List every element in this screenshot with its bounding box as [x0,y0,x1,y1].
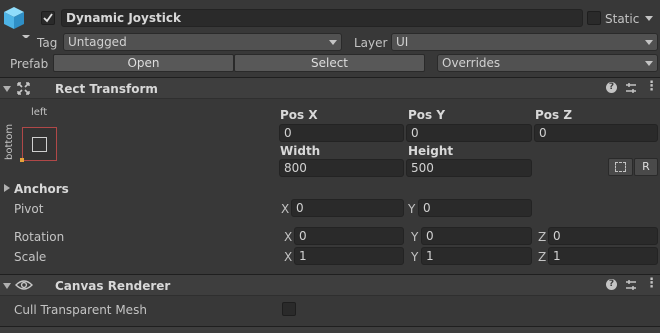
pos-x-input[interactable]: 0 [279,124,404,142]
static-dropdown-caret[interactable] [645,16,653,21]
anchor-horizontal-label: left [31,107,48,118]
scale-z-input[interactable]: 1 [548,247,658,265]
rotation-y-axis-label: Y [411,230,419,244]
prefab-open-button[interactable]: Open [53,54,234,72]
next-component-header [0,327,660,333]
scale-x-axis-label: X [284,250,293,264]
rect-transform-icon [17,82,30,95]
pos-x-label: Pos X [280,108,318,122]
tag-label: Tag [37,36,58,50]
blueprint-mode-button[interactable] [608,158,633,176]
prefab-overrides-dropdown[interactable]: Overrides [437,54,658,72]
checkmark-icon [43,13,53,23]
eye-icon [15,280,33,290]
pivot-x-input[interactable]: 0 [291,199,404,217]
help-icon[interactable]: ? [606,82,617,93]
anchor-preset-rect-icon [32,137,47,152]
rotation-z-input[interactable]: 0 [548,227,658,245]
scale-y-axis-label: Y [411,250,419,264]
pos-z-input[interactable]: 0 [534,124,658,142]
pivot-x-axis-label: X [281,202,290,216]
static-label: Static [605,12,640,26]
scale-x-input[interactable]: 1 [294,247,404,265]
anchors-foldout-icon[interactable] [4,184,10,192]
active-checkbox[interactable] [41,11,55,25]
height-label: Height [408,144,454,158]
pos-y-label: Pos Y [408,108,446,122]
cull-transparent-mesh-label: Cull Transparent Mesh [14,303,147,317]
help-icon[interactable]: ? [606,279,617,290]
canvas-renderer-header[interactable]: Canvas Renderer ? ⋮ [0,274,660,296]
chevron-down-icon [645,61,653,66]
component-menu-icon[interactable]: ⋮ [645,276,658,292]
name-input[interactable]: Dynamic Joystick [61,9,583,27]
cull-transparent-mesh-checkbox[interactable] [282,302,296,316]
chevron-down-icon [645,40,653,45]
layer-label: Layer [354,36,388,50]
gameobject-cube-icon[interactable] [2,4,32,39]
canvas-renderer-title: Canvas Renderer [55,279,171,293]
presets-icon[interactable] [625,279,637,291]
rotation-label: Rotation [14,230,65,244]
width-input[interactable]: 800 [279,159,404,177]
rotation-x-input[interactable]: 0 [294,227,404,245]
anchors-label[interactable]: Anchors [14,181,69,197]
pos-y-input[interactable]: 0 [406,124,532,142]
static-checkbox[interactable] [587,11,601,25]
scale-y-input[interactable]: 1 [421,247,532,265]
anchor-vertical-label: bottom [4,123,15,160]
pivot-label: Pivot [14,202,44,216]
prefab-select-button[interactable]: Select [234,54,425,72]
raw-edit-button[interactable]: R [634,158,658,176]
foldout-arrow-icon [3,283,11,289]
component-menu-icon[interactable]: ⋮ [645,79,658,95]
prefab-label: Prefab [10,57,49,71]
pivot-y-axis-label: Y [408,202,416,216]
pos-z-label: Pos Z [535,108,573,122]
foldout-arrow-icon [3,86,11,92]
rotation-y-input[interactable]: 0 [421,227,532,245]
rotation-x-axis-label: X [284,230,293,244]
tag-dropdown[interactable]: Untagged [63,33,342,51]
rect-transform-header[interactable]: Rect Transform ? ⋮ [0,77,660,99]
layer-dropdown[interactable]: UI [391,33,658,51]
presets-icon[interactable] [625,82,637,94]
width-label: Width [280,144,321,158]
chevron-down-icon [329,40,337,45]
anchor-presets-button[interactable] [20,127,57,162]
scale-z-axis-label: Z [538,250,547,264]
pivot-dot-icon [20,158,24,162]
rect-transform-title: Rect Transform [55,82,158,96]
dashed-rect-icon [615,162,626,172]
height-input[interactable]: 500 [406,159,532,177]
pivot-y-input[interactable]: 0 [418,199,532,217]
rotation-z-axis-label: Z [538,230,547,244]
scale-label: Scale [14,250,47,264]
